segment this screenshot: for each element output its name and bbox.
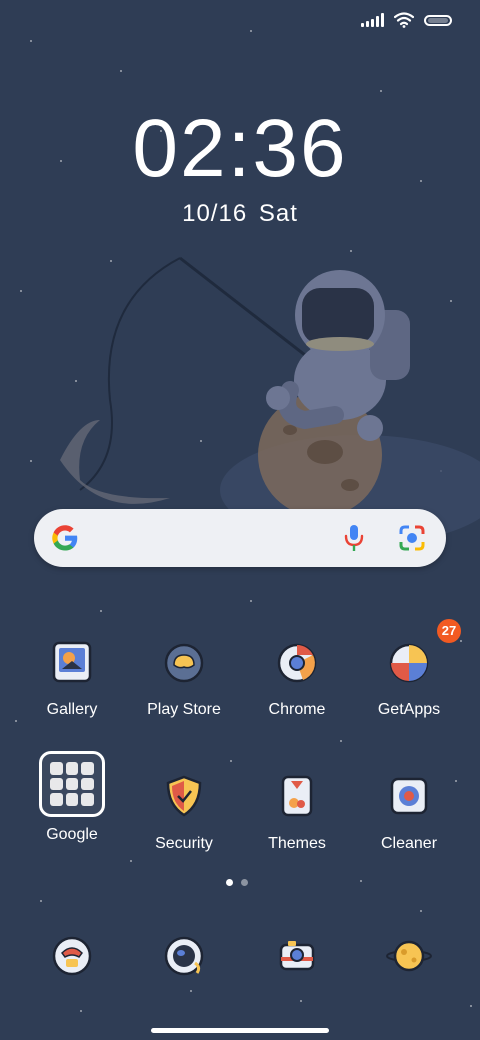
app-label: Themes xyxy=(268,835,326,852)
app-play-store[interactable]: Play Store xyxy=(128,633,240,719)
battery-icon xyxy=(424,14,452,26)
home-gesture-bar[interactable] xyxy=(151,1028,329,1033)
app-getapps[interactable]: 27 GetApps xyxy=(353,619,465,719)
messages-icon[interactable] xyxy=(161,933,207,979)
page-dot xyxy=(226,879,233,886)
status-bar xyxy=(361,12,452,28)
clock-time[interactable]: 02:36 xyxy=(0,108,480,190)
chrome-icon xyxy=(267,633,327,693)
cleaner-icon xyxy=(379,767,439,827)
clock-date[interactable]: 10/16 Sat xyxy=(0,200,480,228)
date-text: 10/16 xyxy=(182,200,248,227)
app-label: Play Store xyxy=(147,701,221,718)
notification-badge: 27 xyxy=(437,619,461,643)
app-chrome[interactable]: Chrome xyxy=(241,633,353,719)
app-label: Chrome xyxy=(268,701,326,718)
app-security[interactable]: Security xyxy=(128,767,240,853)
page-dot xyxy=(241,879,248,886)
phone-icon[interactable] xyxy=(49,933,95,979)
app-label: GetApps xyxy=(377,701,441,718)
app-cleaner[interactable]: Cleaner xyxy=(353,767,465,853)
app-gallery[interactable]: Gallery xyxy=(16,633,128,719)
app-label: Gallery xyxy=(46,701,98,718)
gallery-icon xyxy=(42,633,102,693)
lens-icon[interactable] xyxy=(398,524,426,552)
browser-icon[interactable] xyxy=(386,933,432,979)
play-store-icon xyxy=(154,633,214,693)
page-indicator xyxy=(226,879,248,886)
security-icon xyxy=(154,767,214,827)
getapps-icon: 27 xyxy=(379,619,461,693)
app-label: Security xyxy=(155,835,213,852)
wifi-icon xyxy=(394,12,414,28)
camera-icon[interactable] xyxy=(274,933,320,979)
app-label: Cleaner xyxy=(380,835,438,852)
folder-icon xyxy=(39,751,105,817)
app-folder-google[interactable]: Google xyxy=(16,751,128,844)
app-themes[interactable]: Themes xyxy=(241,767,353,853)
themes-icon xyxy=(267,767,327,827)
signal-icon xyxy=(361,13,384,27)
weekday-text: Sat xyxy=(258,200,298,227)
mic-icon[interactable] xyxy=(342,523,366,553)
app-label: Google xyxy=(46,826,98,843)
google-g-icon xyxy=(52,525,78,551)
google-search-bar[interactable] xyxy=(34,509,446,567)
